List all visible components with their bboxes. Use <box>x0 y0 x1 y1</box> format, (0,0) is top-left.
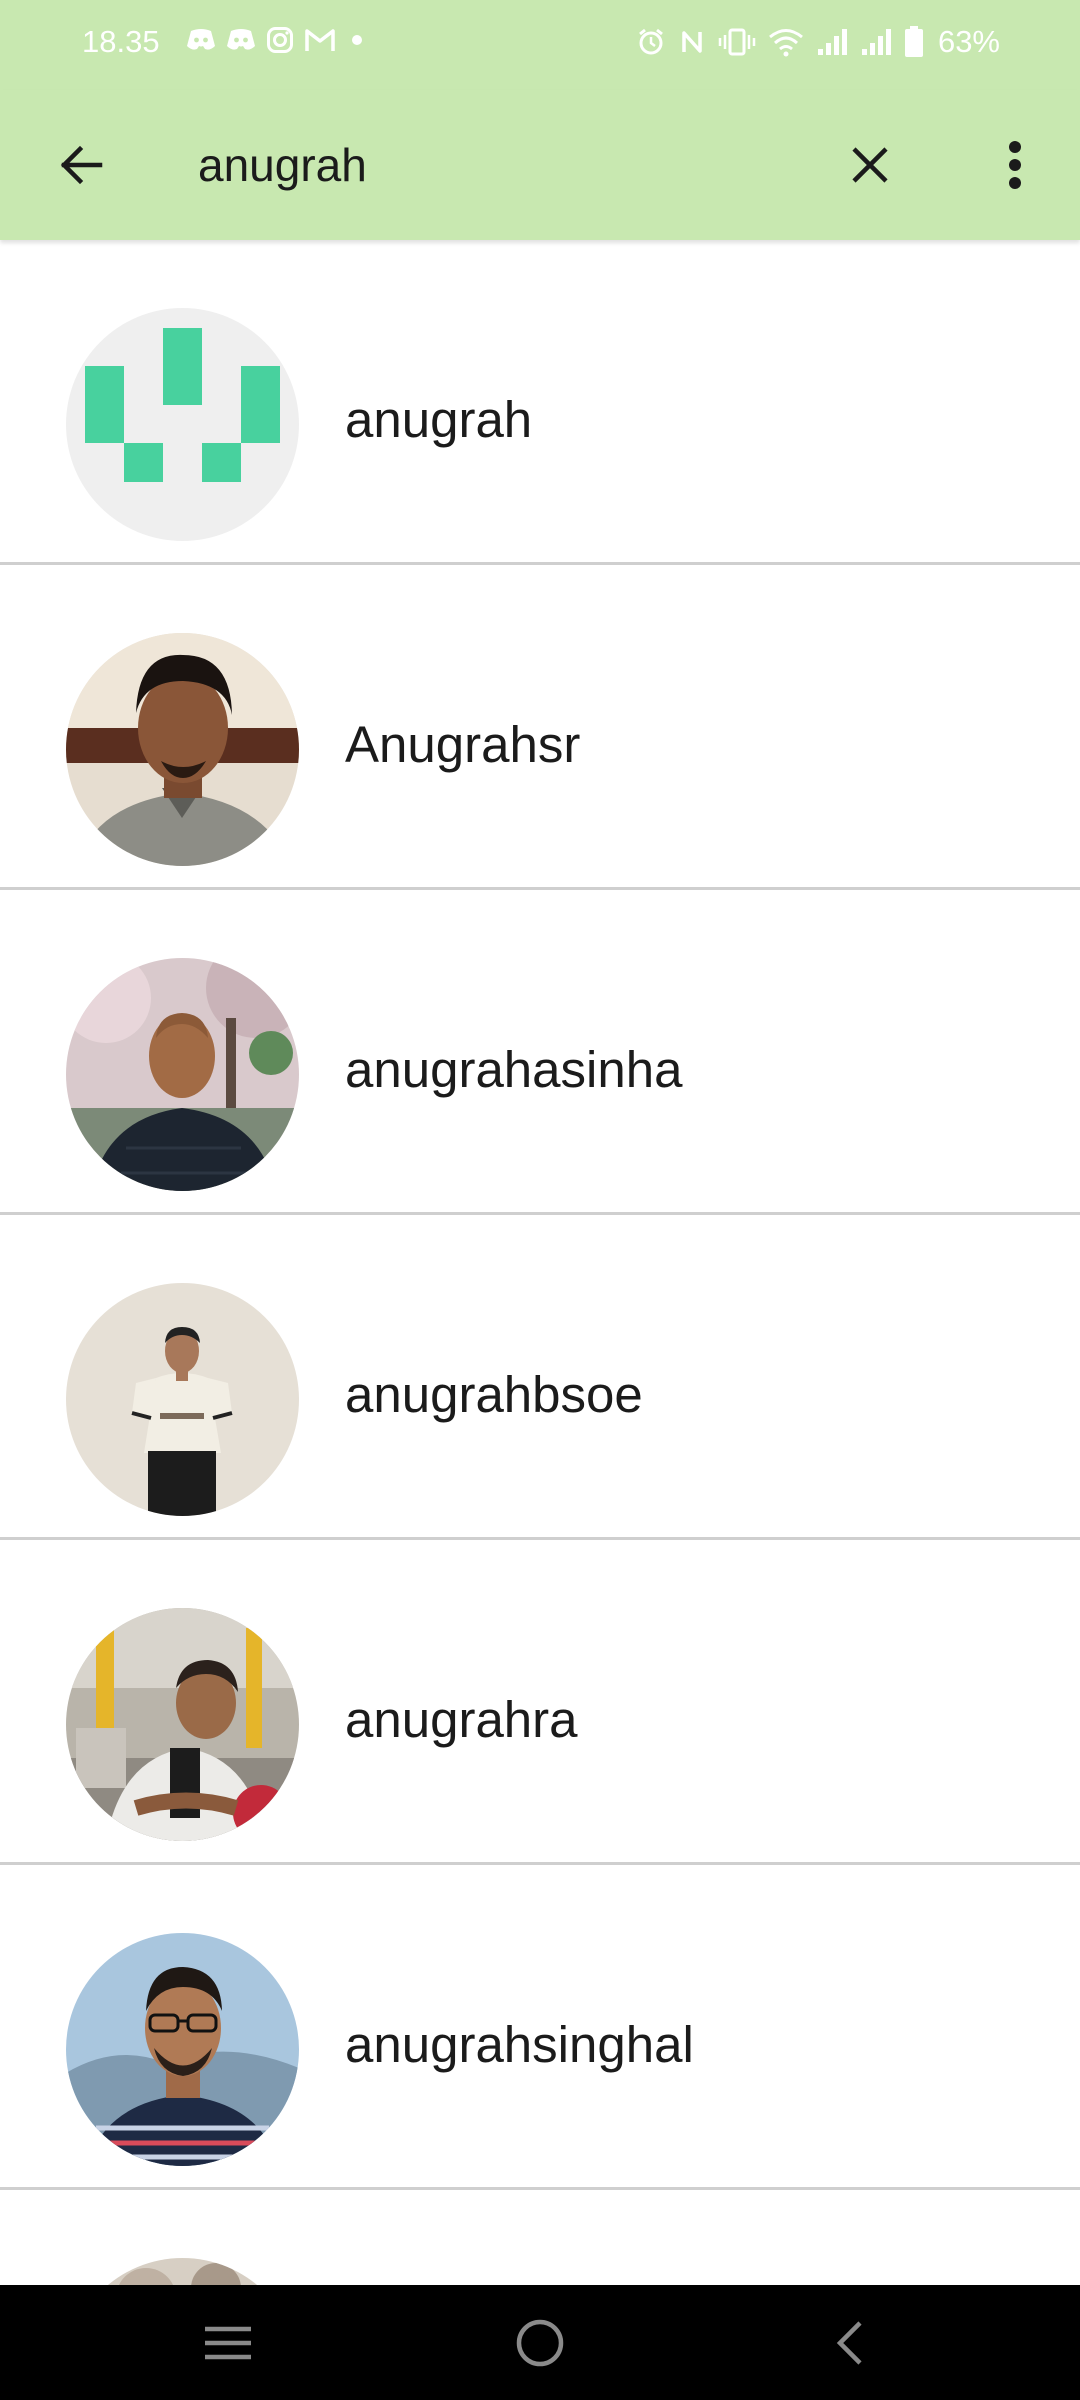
clear-search-button[interactable] <box>830 125 910 205</box>
avatar <box>66 1608 299 1841</box>
alarm-icon <box>639 28 663 55</box>
search-results-list: anugrah Anugrahsr anugrahasinha anugrahb… <box>0 240 1080 2285</box>
search-input[interactable] <box>198 132 798 198</box>
avatar <box>66 958 299 1191</box>
signal-icon <box>861 29 891 55</box>
nfc-icon <box>682 31 702 53</box>
close-icon <box>852 147 888 183</box>
wifi-icon <box>769 29 803 57</box>
list-item[interactable]: anugrahra <box>0 1540 1080 1865</box>
status-bar: 18.35 63% <box>0 0 1080 90</box>
list-item[interactable] <box>0 2190 1080 2285</box>
dot-icon <box>352 35 362 45</box>
system-icons: 63% <box>636 24 1000 60</box>
arrow-left-icon <box>60 145 103 185</box>
battery-percent: 63% <box>937 24 1000 59</box>
list-item[interactable]: Anugrahsr <box>0 565 1080 890</box>
list-item[interactable]: anugrahasinha <box>0 890 1080 1215</box>
profile-photo <box>66 633 299 866</box>
vibrate-icon <box>718 28 756 56</box>
username: anugrahasinha <box>345 1041 683 1098</box>
instagram-icon <box>267 27 293 53</box>
home-button[interactable] <box>495 2303 585 2383</box>
recent-apps-button[interactable] <box>183 2303 273 2383</box>
profile-photo <box>66 1608 299 1841</box>
username: anugrah <box>345 391 533 448</box>
profile-photo <box>66 1283 299 1516</box>
avatar <box>66 1933 299 2166</box>
username: Anugrahsr <box>345 716 581 773</box>
avatar <box>66 1283 299 1516</box>
discord-icon <box>227 29 255 50</box>
profile-photo <box>66 1933 299 2166</box>
avatar <box>66 308 299 541</box>
back-button[interactable] <box>40 125 120 205</box>
recent-apps-icon <box>205 2326 251 2360</box>
profile-photo <box>66 958 299 1191</box>
avatar <box>66 633 299 866</box>
search-app-bar <box>0 90 1080 240</box>
avatar <box>66 2258 299 2285</box>
username: anugrahbsoe <box>345 1366 643 1423</box>
notification-icons <box>186 26 368 54</box>
screen: 18.35 63% anugrah anugrah Anugrahsr anug… <box>0 0 1080 2400</box>
home-icon <box>516 2319 564 2367</box>
profile-photo <box>66 2258 299 2285</box>
username: anugrahsinghal <box>345 2016 694 2073</box>
list-item[interactable]: anugrahbsoe <box>0 1215 1080 1540</box>
gmail-icon <box>305 29 335 51</box>
more-options-button[interactable] <box>975 125 1055 205</box>
back-icon <box>836 2321 862 2365</box>
more-vertical-icon <box>1009 141 1021 189</box>
status-time: 18.35 <box>82 24 160 59</box>
discord-icon <box>187 29 215 50</box>
battery-icon <box>904 26 923 57</box>
identicon-image <box>85 328 280 482</box>
signal-icon <box>817 29 847 55</box>
system-back-button[interactable] <box>805 2303 895 2383</box>
list-item[interactable]: anugrah <box>0 240 1080 565</box>
username: anugrahra <box>345 1691 578 1748</box>
list-item[interactable]: anugrahsinghal <box>0 1865 1080 2190</box>
system-nav-bar <box>0 2285 1080 2400</box>
